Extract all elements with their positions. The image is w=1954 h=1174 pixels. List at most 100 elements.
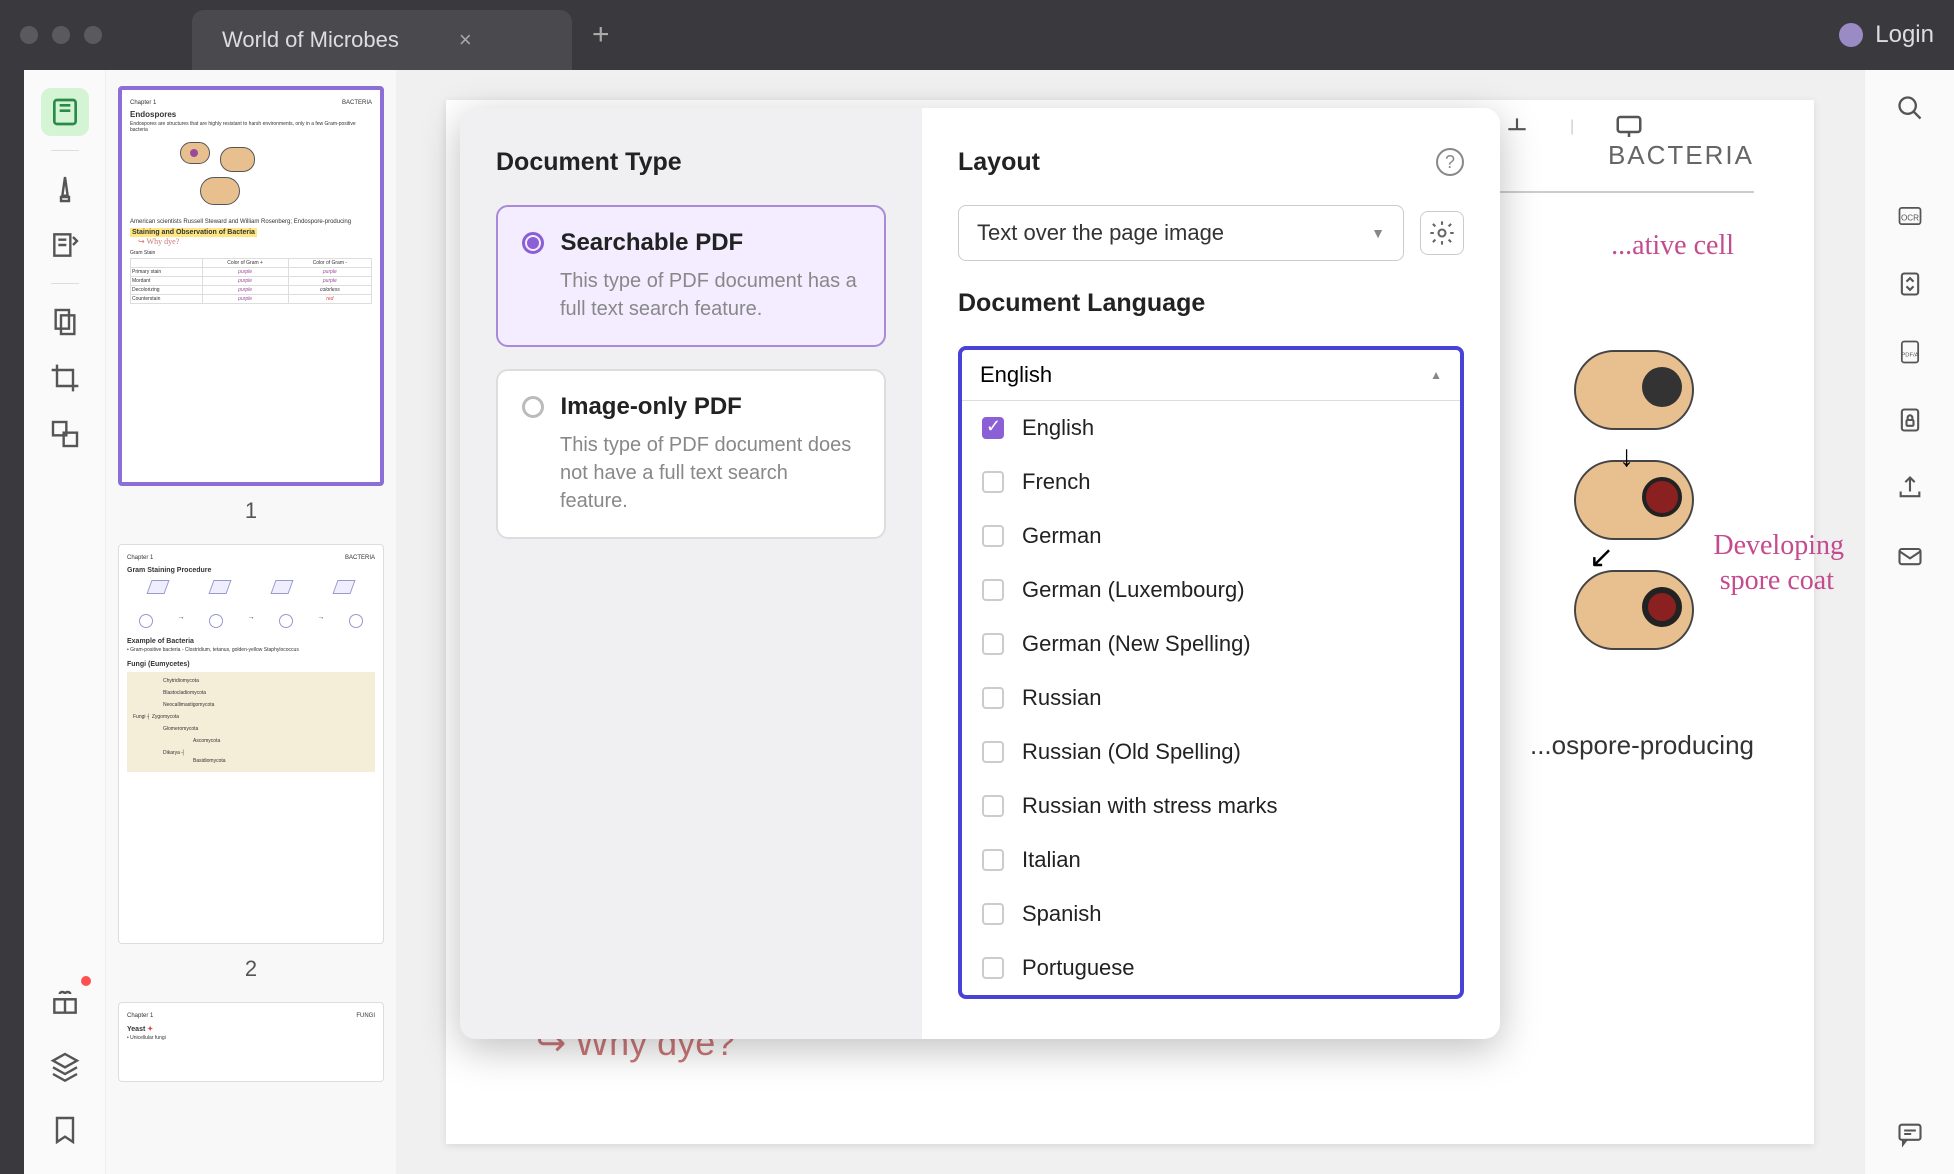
checkbox-icon: [982, 957, 1004, 979]
window-controls: [20, 26, 102, 44]
checkbox-icon: [982, 525, 1004, 547]
language-option[interactable]: German (New Spelling): [962, 617, 1460, 671]
pdfa-icon: PDF/A: [1896, 338, 1924, 366]
thumb-preview: Chapter 1FUNGI Yeast ✦ • Unicellular fun…: [119, 1003, 383, 1051]
download-icon[interactable]: [1504, 114, 1530, 140]
avatar-icon: [1839, 23, 1863, 47]
layers-tool[interactable]: [41, 1042, 89, 1090]
divider: [51, 283, 79, 284]
highlighter-icon: [49, 173, 81, 205]
language-label: Russian (Old Spelling): [1022, 739, 1241, 765]
presentation-icon[interactable]: [1614, 112, 1644, 142]
checkbox-icon: [982, 687, 1004, 709]
language-label: Portuguese: [1022, 955, 1135, 981]
right-sidebar: OCR PDF/A: [1864, 70, 1954, 1174]
option-title: Searchable PDF: [560, 229, 743, 257]
thumb-number: 1: [118, 498, 384, 524]
chevron-up-icon: ▲: [1430, 368, 1442, 382]
language-select-input[interactable]: English ▲: [962, 350, 1460, 401]
highlighter-tool[interactable]: [41, 165, 89, 213]
convert-icon: [1896, 270, 1924, 298]
bookmark-icon: [49, 1114, 81, 1146]
gear-icon: [1428, 219, 1456, 247]
language-option[interactable]: English: [962, 401, 1460, 455]
checkbox-icon: [982, 633, 1004, 655]
checkbox-icon: [982, 741, 1004, 763]
checkbox-icon: [982, 795, 1004, 817]
language-label: German (New Spelling): [1022, 631, 1251, 657]
convert-button[interactable]: [1890, 264, 1930, 304]
book-icon: [49, 96, 81, 128]
search-button[interactable]: [1890, 88, 1930, 128]
option-desc: This type of PDF document has a full tex…: [560, 267, 860, 323]
language-option[interactable]: Spanish: [962, 887, 1460, 941]
login-label: Login: [1875, 21, 1934, 49]
page-category: BACTERIA: [1608, 140, 1754, 171]
reader-tool[interactable]: [41, 88, 89, 136]
email-button[interactable]: [1890, 536, 1930, 576]
modal-right-panel: Layout ? Text over the page image ▼ Docu…: [922, 108, 1500, 1039]
annotate-tool[interactable]: [41, 221, 89, 269]
close-tab-icon[interactable]: ×: [459, 27, 472, 53]
share-button[interactable]: [1890, 468, 1930, 508]
pages-tool[interactable]: [41, 298, 89, 346]
lock-icon: [1896, 406, 1924, 434]
document-tab[interactable]: World of Microbes ×: [192, 10, 572, 70]
language-option[interactable]: Russian with stress marks: [962, 779, 1460, 833]
option-title: Image-only PDF: [560, 393, 741, 421]
left-sidebar: [24, 70, 106, 1174]
language-label: Italian: [1022, 847, 1081, 873]
annotate-icon: [49, 229, 81, 261]
comment-button[interactable]: [1890, 1114, 1930, 1154]
doc-type-heading: Document Type: [496, 148, 886, 177]
gift-icon: [49, 986, 81, 1018]
language-label: Spanish: [1022, 901, 1102, 927]
thumb-preview: Chapter 1BACTERIA Endospores Endospores …: [122, 90, 380, 314]
lang-heading: Document Language: [958, 289, 1464, 318]
login-button[interactable]: Login: [1839, 21, 1934, 49]
language-label: English: [1022, 415, 1094, 441]
page-thumbnail-1[interactable]: Chapter 1BACTERIA Endospores Endospores …: [118, 86, 384, 486]
language-option[interactable]: German: [962, 509, 1460, 563]
checkbox-icon: [982, 471, 1004, 493]
ocr-button[interactable]: OCR: [1890, 196, 1930, 236]
share-icon: [1896, 474, 1924, 502]
language-option[interactable]: French: [962, 455, 1460, 509]
gift-tool[interactable]: [41, 978, 89, 1026]
close-window-button[interactable]: [20, 26, 38, 44]
image-only-pdf-option[interactable]: Image-only PDF This type of PDF document…: [496, 369, 886, 539]
thumbnails-panel[interactable]: Chapter 1BACTERIA Endospores Endospores …: [106, 70, 396, 1174]
language-option[interactable]: Russian (Old Spelling): [962, 725, 1460, 779]
language-list[interactable]: English FrenchGermanGerman (Luxembourg) Ge…: [962, 401, 1460, 995]
compare-tool[interactable]: [41, 410, 89, 458]
protect-button[interactable]: [1890, 400, 1930, 440]
thumb-preview: Chapter 1BACTERIA Gram Staining Procedur…: [119, 545, 383, 782]
option-desc: This type of PDF document does not have …: [560, 431, 860, 515]
page-thumbnail-3[interactable]: Chapter 1FUNGI Yeast ✦ • Unicellular fun…: [118, 1002, 384, 1082]
thumb-number: 2: [118, 956, 384, 982]
maximize-window-button[interactable]: [84, 26, 102, 44]
searchable-pdf-option[interactable]: Searchable PDF This type of PDF document…: [496, 205, 886, 347]
layout-value: Text over the page image: [977, 220, 1224, 246]
bookmark-tool[interactable]: [41, 1106, 89, 1154]
language-option[interactable]: Russian: [962, 671, 1460, 725]
crop-icon: [49, 362, 81, 394]
new-tab-button[interactable]: +: [592, 18, 610, 52]
page-thumbnail-2[interactable]: Chapter 1BACTERIA Gram Staining Procedur…: [118, 544, 384, 944]
layout-select[interactable]: Text over the page image ▼: [958, 205, 1404, 261]
crop-tool[interactable]: [41, 354, 89, 402]
help-button[interactable]: ?: [1436, 148, 1464, 176]
minimize-window-button[interactable]: [52, 26, 70, 44]
ocr-icon: OCR: [1896, 202, 1924, 230]
layout-settings-button[interactable]: [1420, 211, 1464, 255]
search-icon: [1896, 94, 1924, 122]
annotation: ...ative cell: [1611, 230, 1734, 262]
language-option[interactable]: Portuguese: [962, 941, 1460, 995]
language-label: Russian: [1022, 685, 1101, 711]
language-option[interactable]: Italian: [962, 833, 1460, 887]
language-option[interactable]: German (Luxembourg): [962, 563, 1460, 617]
selected-language: English: [980, 362, 1052, 388]
language-label: Russian with stress marks: [1022, 793, 1278, 819]
radio-icon: [522, 396, 544, 418]
pdfa-button[interactable]: PDF/A: [1890, 332, 1930, 372]
